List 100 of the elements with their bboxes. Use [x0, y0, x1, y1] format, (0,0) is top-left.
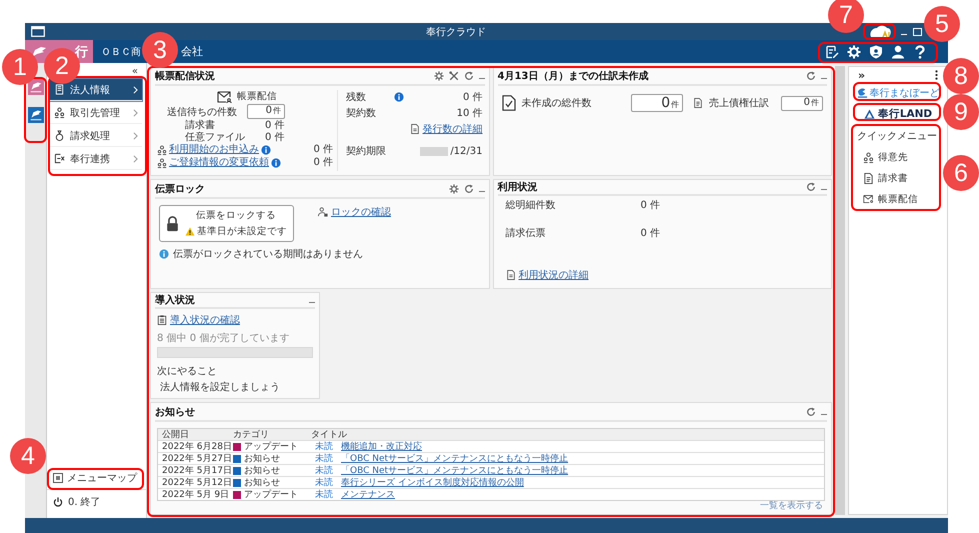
news-link[interactable]: 「OBC Netサービス」メンテナンスにともなう一時停止: [341, 464, 568, 477]
news-link[interactable]: メンテナンス: [341, 488, 395, 501]
panel-title: 4月13日（月）までの仕訳未作成: [498, 70, 650, 82]
unread-label: 未読: [315, 452, 333, 465]
people-icon: [157, 145, 167, 155]
refresh-icon[interactable]: [806, 70, 816, 80]
link[interactable]: ロックの確認: [331, 205, 391, 219]
nav-item[interactable]: 取引先管理: [50, 102, 142, 124]
help-icon[interactable]: [913, 44, 927, 58]
link-icon: [54, 153, 65, 164]
link[interactable]: 利用開始のお申込み: [169, 144, 259, 156]
menu-map-button[interactable]: メニューマップ: [47, 467, 146, 489]
category-cell-text: お知らせ: [244, 452, 280, 465]
document-icon: [693, 98, 704, 108]
callout-number: 5: [924, 6, 960, 42]
company-name: ＯＢＣ商: [101, 46, 141, 58]
app-icon[interactable]: [28, 79, 44, 95]
unread-label: 未読: [315, 488, 333, 501]
mail-icon: [217, 90, 233, 102]
panel-title: 利用状況: [498, 180, 538, 194]
field-label: 送信待ちの件数: [167, 106, 237, 118]
field-value: 10 件: [456, 107, 482, 120]
settings-icon[interactable]: [448, 184, 458, 194]
field-value: 0 件: [640, 199, 660, 212]
bird-icon: [31, 46, 47, 58]
refresh-icon[interactable]: [806, 182, 816, 192]
news-link[interactable]: 奉行シリーズ インボイス制度対応情報の公開: [341, 476, 524, 489]
refresh-icon[interactable]: [464, 184, 474, 194]
quick-menu-title: クイックメニュー: [857, 130, 938, 143]
breakdown-value: 0 件: [265, 120, 285, 131]
show-all-link[interactable]: 一覧を表示する: [760, 501, 823, 511]
document-icon: [506, 270, 516, 280]
link[interactable]: 導入状況の確認: [170, 313, 240, 327]
callout-number: 6: [943, 155, 979, 191]
power-icon: [53, 497, 63, 507]
next-step-label: 次にやること: [157, 365, 218, 378]
window-icon: [31, 26, 45, 37]
lock-button[interactable]: 伝票をロックする 基準日が未設定です: [159, 205, 294, 242]
manabo-button[interactable]: 奉行まなぼーど: [855, 83, 941, 102]
chevron-icon: [133, 86, 138, 94]
land-button[interactable]: 奉行LAND: [855, 105, 941, 123]
collapse-button[interactable]: «: [132, 67, 138, 77]
settings-icon[interactable]: [434, 70, 444, 80]
category-cell: アップデート: [244, 440, 298, 453]
link[interactable]: 利用状況の詳細: [518, 268, 588, 282]
progress-text: 8 個中 0 個が完了しています: [157, 332, 290, 345]
field-value: /12/31: [450, 146, 482, 156]
refresh-icon[interactable]: [806, 406, 816, 416]
quick-menu-item[interactable]: 得意先: [857, 151, 941, 164]
count-box: 0件: [631, 94, 684, 112]
unread-label: 未読: [315, 476, 333, 489]
news-link[interactable]: 「OBC Netサービス」メンテナンスにともなう一時停止: [341, 452, 568, 465]
panel-title: 伝票ロック: [155, 182, 206, 196]
app-icon[interactable]: [28, 107, 44, 123]
user-icon[interactable]: [891, 44, 905, 58]
link[interactable]: ご登録情報の変更依頼: [169, 157, 269, 169]
news-link[interactable]: 機能追加・改正対応: [341, 440, 422, 453]
field-label: 未作成の総件数: [522, 96, 592, 110]
highlight-frame: [863, 23, 896, 40]
service-name: 帳票配信: [237, 90, 277, 103]
breakdown-value: 0 件: [265, 132, 285, 143]
more-icon[interactable]: [935, 70, 938, 80]
mail-icon: [863, 194, 874, 205]
count-value: 0 件: [313, 144, 334, 156]
nav-item[interactable]: 奉行連携: [50, 148, 142, 170]
info-icon[interactable]: [271, 158, 281, 168]
link[interactable]: 発行数の詳細: [422, 122, 482, 136]
info-icon[interactable]: [261, 145, 271, 155]
chevron-icon: [133, 132, 138, 140]
minimize-button[interactable]: [478, 190, 484, 192]
chevron-icon: [133, 108, 138, 116]
expand-button[interactable]: »: [858, 68, 866, 82]
category-cell: アップデート: [244, 488, 298, 501]
scrollbar[interactable]: [835, 66, 845, 515]
nav-item[interactable]: 法人情報: [50, 79, 142, 101]
maximize-button[interactable]: [913, 28, 922, 36]
callout-number: 7: [828, 0, 864, 33]
people-icon: [157, 158, 167, 168]
tools-icon[interactable]: [448, 70, 458, 80]
date-cell-text: 2022年 6月28日: [161, 440, 230, 453]
panel-title: 帳票配信状況: [155, 70, 216, 82]
memo-icon[interactable]: [825, 44, 839, 58]
nav-item[interactable]: 請求処理: [50, 125, 142, 147]
checked-document-icon: [502, 95, 516, 111]
field-value: 0 件: [462, 91, 482, 104]
shield-icon[interactable]: [869, 44, 883, 58]
date-cell-text: 2022年 5月27日: [161, 452, 230, 465]
exit-button[interactable]: 0. 終了: [47, 489, 146, 514]
breakdown-label: 請求書: [185, 120, 216, 131]
refresh-icon[interactable]: [464, 70, 474, 80]
quick-menu-item[interactable]: 請求書: [857, 172, 941, 185]
land-logo-icon: [864, 108, 875, 120]
column-header: タイトル: [310, 429, 348, 441]
callout-number: 9: [943, 94, 979, 130]
manabo-logo-icon: [856, 87, 868, 98]
quick-menu-item[interactable]: 帳票配信: [857, 193, 941, 206]
warning-icon: [185, 227, 195, 236]
people-icon: [863, 152, 874, 163]
info-icon[interactable]: [394, 92, 404, 102]
field-label: 残数: [346, 90, 367, 104]
